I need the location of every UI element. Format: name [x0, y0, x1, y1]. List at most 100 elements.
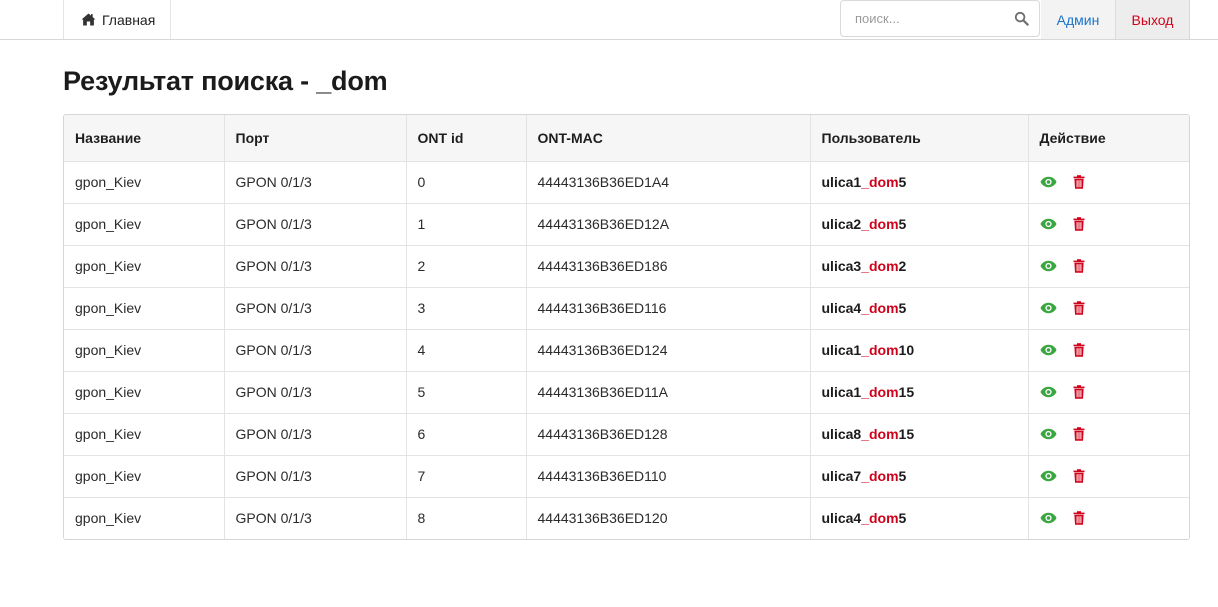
delete-button[interactable] [1073, 469, 1085, 483]
cell-ont-mac: 44443136B36ED120 [526, 497, 811, 539]
user-prefix: ulica3 [821, 258, 862, 274]
cell-port: GPON 0/1/3 [224, 497, 407, 539]
cell-name: gpon_Kiev [64, 413, 225, 456]
view-icon [1039, 176, 1057, 188]
user-prefix: ulica1 [821, 384, 862, 400]
user-search-highlight: _dom [861, 468, 899, 484]
delete-button[interactable] [1073, 385, 1085, 399]
row-actions [1039, 427, 1181, 441]
view-button[interactable] [1039, 302, 1057, 314]
view-button[interactable] [1039, 218, 1057, 230]
user-suffix: 15 [898, 384, 915, 400]
cell-user: ulica8_dom15 [810, 413, 1029, 456]
delete-button[interactable] [1073, 175, 1085, 189]
row-actions [1039, 217, 1181, 231]
cell-user: ulica3_dom2 [810, 245, 1029, 288]
column-header-ont-mac: ONT-MAC [526, 115, 811, 162]
view-icon [1039, 386, 1057, 398]
cell-actions [1028, 203, 1189, 246]
table-row: gpon_Kiev GPON 0/1/3 6 44443136B36ED128 ulic… [64, 413, 1189, 456]
table-row: gpon_Kiev GPON 0/1/3 5 44443136B36ED11A ulic… [64, 371, 1189, 414]
view-icon [1039, 470, 1057, 482]
cell-ont-id: 5 [406, 371, 527, 414]
view-button[interactable] [1039, 428, 1057, 440]
results-table: Название Порт ONT id ONT-MAC Пользовател… [64, 115, 1189, 539]
delete-button[interactable] [1073, 301, 1085, 315]
cell-ont-mac: 44443136B36ED124 [526, 329, 811, 372]
home-nav-link[interactable]: Главная [63, 0, 171, 39]
user-search-highlight: _dom [861, 300, 899, 316]
table-header-row: Название Порт ONT id ONT-MAC Пользовател… [64, 115, 1189, 162]
cell-ont-mac: 44443136B36ED186 [526, 245, 811, 288]
user-suffix: 5 [898, 510, 907, 527]
view-icon [1039, 302, 1057, 314]
trash-icon [1073, 427, 1084, 441]
column-header-action: Действие [1028, 115, 1189, 162]
view-button[interactable] [1039, 386, 1057, 398]
cell-port: GPON 0/1/3 [224, 371, 407, 414]
user-suffix: 5 [898, 468, 907, 484]
user-suffix: 5 [898, 300, 907, 316]
user-search-highlight: _dom [861, 174, 899, 190]
search-input[interactable] [841, 1, 1006, 36]
cell-name: gpon_Kiev [64, 245, 225, 288]
cell-user: ulica7_dom5 [810, 455, 1029, 498]
delete-button[interactable] [1073, 259, 1085, 273]
table-row: gpon_Kiev GPON 0/1/3 8 44443136B36ED120 ulic… [64, 497, 1189, 539]
column-header-user: Пользователь [810, 115, 1029, 162]
cell-port: GPON 0/1/3 [224, 161, 407, 204]
cell-ont-mac: 44443136B36ED116 [526, 287, 811, 330]
user-prefix: ulica4 [821, 510, 862, 527]
view-button[interactable] [1039, 512, 1057, 524]
cell-ont-id: 8 [406, 497, 527, 539]
delete-button[interactable] [1073, 427, 1085, 441]
delete-button[interactable] [1073, 343, 1085, 357]
delete-button[interactable] [1073, 217, 1085, 231]
column-header-ont-id: ONT id [406, 115, 527, 162]
admin-nav-link[interactable]: Админ [1041, 0, 1115, 39]
user-prefix: ulica1 [821, 342, 862, 358]
cell-port: GPON 0/1/3 [224, 413, 407, 456]
column-header-port: Порт [224, 115, 407, 162]
row-actions [1039, 469, 1181, 483]
user-suffix: 15 [898, 426, 915, 442]
view-icon [1039, 260, 1057, 272]
cell-actions [1028, 413, 1189, 456]
user-prefix: ulica1 [821, 174, 862, 190]
view-button[interactable] [1039, 176, 1057, 188]
view-button[interactable] [1039, 470, 1057, 482]
delete-button[interactable] [1073, 511, 1085, 526]
user-suffix: 2 [898, 258, 907, 274]
user-search-highlight: _dom [861, 258, 899, 274]
cell-ont-mac: 44443136B36ED110 [526, 455, 811, 498]
cell-user: ulica1_dom5 [810, 161, 1029, 204]
user-search-highlight: _dom [861, 426, 899, 442]
user-prefix: ulica8 [821, 426, 862, 442]
row-actions [1039, 175, 1181, 189]
table-row: gpon_Kiev GPON 0/1/3 7 44443136B36ED110 ulic… [64, 455, 1189, 498]
logout-nav-link[interactable]: Выход [1115, 0, 1190, 39]
cell-actions [1028, 245, 1189, 288]
cell-user: ulica4_dom5 [810, 497, 1029, 539]
cell-name: gpon_Kiev [64, 287, 225, 330]
cell-port: GPON 0/1/3 [224, 329, 407, 372]
row-actions [1039, 301, 1181, 315]
user-search-highlight: _dom [861, 510, 899, 527]
results-table-container: Название Порт ONT id ONT-MAC Пользовател… [63, 114, 1190, 540]
user-search-highlight: _dom [861, 384, 899, 400]
table-row: gpon_Kiev GPON 0/1/3 1 44443136B36ED12A ulic… [64, 203, 1189, 246]
home-nav-label: Главная [102, 11, 156, 28]
cell-ont-id: 3 [406, 287, 527, 330]
page-title: Результат поиска - _dom [63, 66, 388, 96]
cell-actions [1028, 287, 1189, 330]
view-button[interactable] [1039, 260, 1057, 272]
cell-user: ulica1_dom15 [810, 371, 1029, 414]
trash-icon [1073, 343, 1084, 357]
top-navbar: Главная Админ Выход [0, 0, 1218, 40]
search-icon[interactable] [1014, 11, 1029, 26]
table-row: gpon_Kiev GPON 0/1/3 2 44443136B36ED186 ulic… [64, 245, 1189, 288]
cell-actions [1028, 371, 1189, 414]
view-button[interactable] [1039, 344, 1057, 356]
cell-ont-mac: 44443136B36ED128 [526, 413, 811, 456]
trash-icon [1073, 217, 1084, 231]
